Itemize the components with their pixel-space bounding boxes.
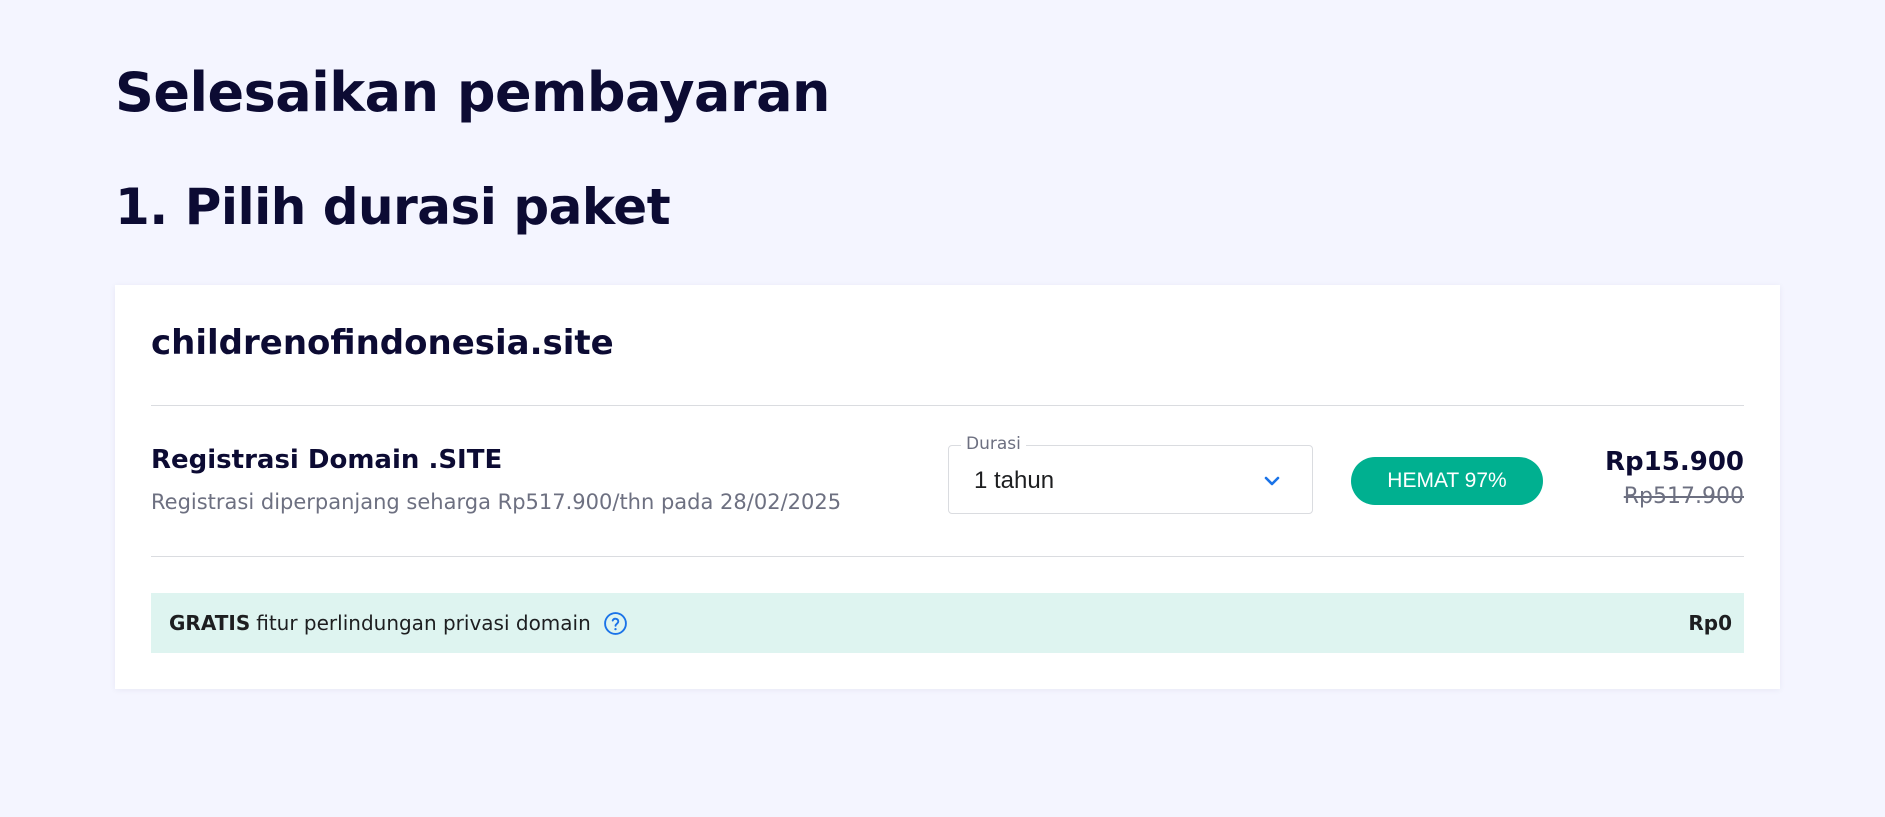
free-label: GRATIS [169,611,251,635]
product-name: Registrasi Domain .SITE [151,445,503,475]
current-price: Rp15.900 [1605,447,1744,477]
renewal-note: Registrasi diperpanjang seharga Rp517.90… [151,490,842,514]
duration-selected-value: 1 tahun [974,467,1055,494]
privacy-description: fitur perlindungan privasi domain [256,611,591,635]
divider [151,405,1744,406]
duration-label: Durasi [961,433,1026,455]
duration-select[interactable]: Durasi 1 tahun [948,433,1313,514]
help-circle-icon[interactable] [603,611,628,636]
discount-badge: HEMAT 97% [1351,457,1543,505]
chevron-down-icon [1264,476,1280,486]
privacy-price: Rp0 [1688,611,1732,635]
domain-name: childrenofindonesia.site [151,323,614,363]
privacy-protection-row: GRATIS fitur perlindungan privasi domain… [151,593,1744,653]
page-title: Selesaikan pembayaran [115,61,830,124]
divider [151,556,1744,557]
privacy-protection-text: GRATIS fitur perlindungan privasi domain [169,609,628,637]
original-price: Rp517.900 [1623,484,1744,509]
domain-order-card: childrenofindonesia.site Registrasi Doma… [115,285,1780,689]
section-title: 1. Pilih durasi paket [115,178,671,236]
